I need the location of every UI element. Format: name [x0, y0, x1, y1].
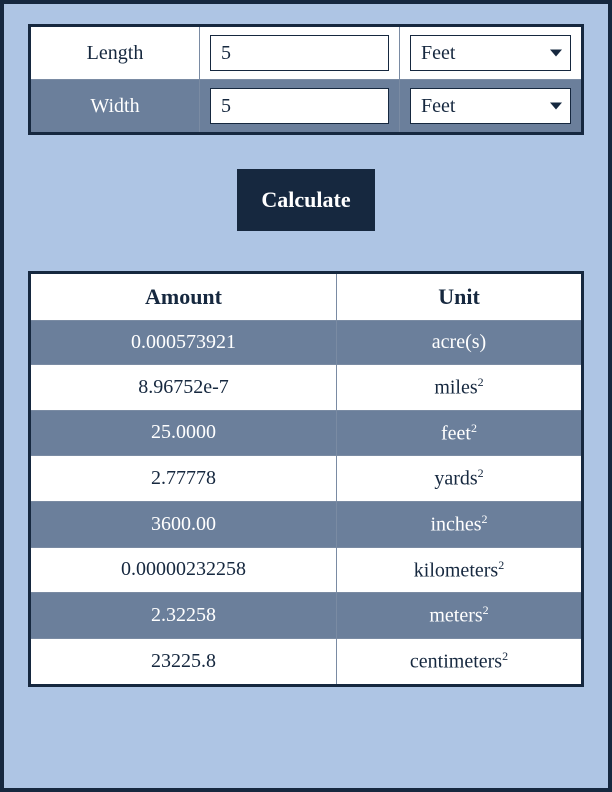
input-row-length: Length Feet	[30, 26, 583, 80]
length-input-cell	[200, 26, 400, 80]
length-unit-cell: Feet	[400, 26, 583, 80]
width-unit-selected: Feet	[421, 95, 455, 118]
results-header-row: Amount Unit	[30, 273, 583, 321]
width-unit-select[interactable]: Feet	[410, 88, 571, 124]
chevron-down-icon	[550, 103, 562, 110]
width-input-cell	[200, 80, 400, 134]
result-unit: inches2	[336, 501, 582, 547]
result-unit: centimeters2	[336, 638, 582, 685]
result-unit: miles2	[336, 365, 582, 411]
input-table: Length Feet Width Feet	[28, 24, 584, 135]
calculate-button[interactable]: Calculate	[237, 169, 374, 231]
results-row: 8.96752e-7miles2	[30, 365, 583, 411]
input-row-width: Width Feet	[30, 80, 583, 134]
result-unit: meters2	[336, 593, 582, 639]
calculate-row: Calculate	[28, 169, 584, 231]
result-amount: 8.96752e-7	[30, 365, 337, 411]
width-input[interactable]	[210, 88, 389, 124]
result-amount: 0.00000232258	[30, 547, 337, 593]
results-row: 2.77778yards2	[30, 456, 583, 502]
results-header-unit: Unit	[336, 273, 582, 321]
result-amount: 25.0000	[30, 410, 337, 456]
results-row: 2.32258meters2	[30, 593, 583, 639]
results-header-amount: Amount	[30, 273, 337, 321]
calculator-panel: Length Feet Width Feet	[0, 0, 612, 792]
width-label: Width	[30, 80, 200, 134]
results-row: 23225.8centimeters2	[30, 638, 583, 685]
results-row: 0.00000232258kilometers2	[30, 547, 583, 593]
width-unit-cell: Feet	[400, 80, 583, 134]
result-amount: 23225.8	[30, 638, 337, 685]
result-unit: acre(s)	[336, 321, 582, 365]
result-unit: feet2	[336, 410, 582, 456]
chevron-down-icon	[550, 50, 562, 57]
result-amount: 3600.00	[30, 501, 337, 547]
length-unit-selected: Feet	[421, 42, 455, 65]
results-row: 0.000573921acre(s)	[30, 321, 583, 365]
results-row: 25.0000feet2	[30, 410, 583, 456]
result-amount: 2.77778	[30, 456, 337, 502]
result-amount: 0.000573921	[30, 321, 337, 365]
length-input[interactable]	[210, 35, 389, 71]
results-row: 3600.00inches2	[30, 501, 583, 547]
results-table: Amount Unit 0.000573921acre(s)8.96752e-7…	[28, 271, 584, 687]
result-unit: yards2	[336, 456, 582, 502]
result-unit: kilometers2	[336, 547, 582, 593]
result-amount: 2.32258	[30, 593, 337, 639]
length-unit-select[interactable]: Feet	[410, 35, 571, 71]
length-label: Length	[30, 26, 200, 80]
